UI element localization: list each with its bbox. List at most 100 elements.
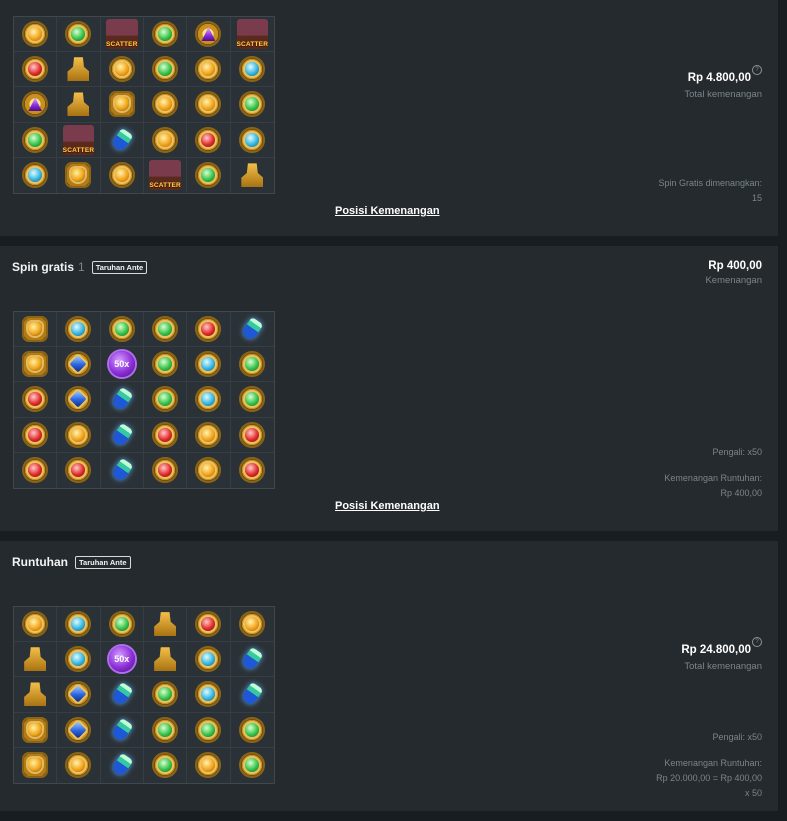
multiplier-text: Pengali: x50: [712, 732, 762, 742]
grid-cell: [100, 417, 144, 453]
grid-cell: [57, 87, 101, 123]
gem-orange-symbol: [194, 751, 222, 779]
winning-positions-link[interactable]: Posisi Kemenangan: [335, 500, 440, 512]
gem-purple-symbol: [21, 90, 49, 118]
win-amount-label: Total kemenangan: [684, 661, 762, 672]
multiplier-symbol: 50x: [108, 350, 136, 378]
gem-orange-symbol: [21, 610, 49, 638]
result-panel-tumble: Runtuhan Taruhan Ante 50x Rp 24.800,00? …: [0, 541, 778, 811]
grid-cell: [57, 712, 101, 748]
potion-symbol: [108, 716, 136, 744]
detail-line: 15: [751, 193, 762, 203]
grid-cell: [57, 382, 101, 418]
gem-green-symbol: [238, 350, 266, 378]
grid-cell: SCATTER: [230, 17, 274, 53]
gem-cyan-symbol: [21, 161, 49, 189]
sphinx-symbol: [151, 610, 179, 638]
grid-cell: [144, 747, 188, 783]
gem-green-symbol: [151, 751, 179, 779]
scatter-label: SCATTER: [106, 41, 138, 49]
gem-red-symbol: [64, 456, 92, 484]
gem-cup-symbol: [21, 315, 49, 343]
gem-cup-symbol: [21, 716, 49, 744]
potion-symbol: [238, 645, 266, 673]
sphinx-symbol: [64, 55, 92, 83]
grid-cell: [14, 347, 58, 383]
spin-number: 1: [78, 260, 85, 274]
potion-symbol: [108, 680, 136, 708]
gem-orange-symbol: [108, 55, 136, 83]
grid-cell: SCATTER: [144, 157, 188, 193]
gem-orange-symbol: [151, 90, 179, 118]
grid-cell: [230, 123, 274, 158]
gem-green-symbol: [194, 716, 222, 744]
gem-orange-symbol: [21, 20, 49, 48]
gem-orange-symbol: [64, 751, 92, 779]
grid-cell: [14, 87, 58, 123]
scatter-label: SCATTER: [62, 146, 95, 154]
win-summary: Rp 400,00 Kemenangan: [705, 260, 762, 286]
gem-purple-symbol: [194, 20, 222, 48]
gem-orange-symbol: [194, 90, 222, 118]
gem-red-symbol: [151, 456, 179, 484]
grid-cell: [57, 17, 101, 53]
grid-cell: [187, 157, 231, 193]
grid-cell: [57, 52, 101, 88]
gem-orange-symbol: [151, 126, 179, 154]
grid-cell: [14, 607, 58, 643]
grid-cell: [230, 642, 274, 678]
sphinx-symbol: [64, 90, 92, 118]
winning-positions-link[interactable]: Posisi Kemenangan: [335, 205, 440, 217]
grid-cell: [57, 312, 101, 348]
grid-cell: [57, 417, 101, 453]
grid-cell: [143, 642, 188, 678]
grid-cell: [187, 347, 231, 383]
gem-orange-symbol: [194, 456, 222, 484]
grid-cell: [187, 417, 231, 453]
gem-blue-symbol: [64, 385, 92, 413]
gem-green-symbol: [151, 350, 179, 378]
grid-cell: [14, 417, 58, 453]
gem-green-symbol: [108, 315, 136, 343]
help-icon[interactable]: ?: [752, 637, 762, 647]
grid-cell: [187, 312, 231, 348]
grid-cell: [101, 747, 144, 783]
multiplier-label: 50x: [114, 359, 130, 370]
help-icon[interactable]: ?: [752, 65, 762, 75]
grid-cell: [14, 382, 58, 418]
symbol-grid: 50x: [13, 606, 275, 784]
grid-cell: [100, 122, 144, 158]
win-amount-label: Kemenangan: [705, 275, 762, 286]
gem-green-symbol: [151, 716, 179, 744]
gem-green-symbol: [151, 55, 179, 83]
grid-cell: 50x: [100, 642, 144, 678]
grid-cell: [187, 677, 231, 713]
grid-cell: [100, 677, 144, 713]
grid-cell: [231, 453, 274, 488]
result-panel-free-spin: Spin gratis 1 Taruhan Ante 50x Rp 400,00…: [0, 246, 778, 531]
grid-cell: [14, 157, 58, 193]
grid-cell: [57, 347, 101, 383]
gem-green-symbol: [64, 20, 92, 48]
scatter-label: SCATTER: [149, 182, 181, 190]
detail-line: Kemenangan Runtuhan:: [664, 758, 762, 768]
gem-red-symbol: [151, 421, 179, 449]
grid-cell: [230, 382, 274, 418]
gem-green-symbol: [238, 751, 266, 779]
grid-cell: [187, 452, 231, 488]
gem-blue-symbol: [64, 716, 92, 744]
sphinx-symbol: [21, 645, 49, 673]
panel-title: Spin gratis: [12, 260, 75, 274]
grid-cell: [100, 712, 144, 748]
gem-cyan-symbol: [64, 610, 92, 638]
grid-cell: [231, 158, 274, 193]
detail-line: Spin Gratis dimenangkan:: [658, 178, 762, 188]
detail-line: Kemenangan Runtuhan:: [664, 473, 762, 483]
grid-cell: [57, 747, 101, 783]
multiplier-text: Pengali: x50: [712, 447, 762, 457]
gem-orange-symbol: [64, 421, 92, 449]
panel-title: Runtuhan: [12, 555, 68, 569]
gem-blue-symbol: [64, 680, 92, 708]
grid-cell: [14, 52, 58, 88]
